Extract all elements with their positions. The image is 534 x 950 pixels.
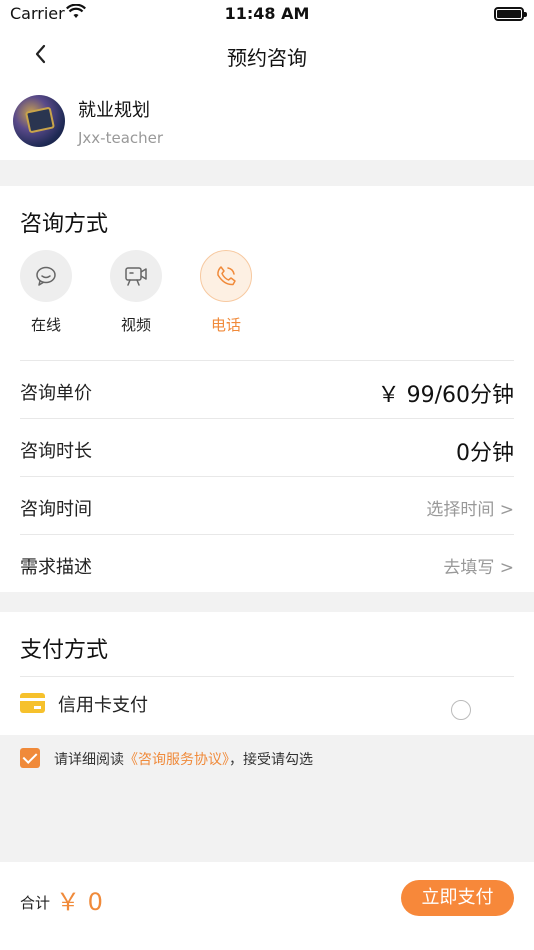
row-unit-price-label: 咨询单价 (20, 383, 92, 404)
consultant-name: 就业规划 (78, 100, 150, 121)
agreement-link[interactable]: 《咨询服务协议》 (124, 752, 229, 768)
pay-now-button[interactable]: 立即支付 (401, 880, 514, 916)
agreement-suffix: ，接受请勾选 (229, 752, 313, 768)
fill-in-link[interactable]: 去填写 > (443, 553, 514, 578)
method-phone-button[interactable]: 电话 (200, 250, 252, 335)
method-online-button[interactable]: 在线 (20, 250, 72, 335)
row-duration-label: 咨询时长 (20, 441, 92, 462)
agreement-prefix: 请详细阅读 (54, 752, 124, 768)
row-consult-time[interactable]: 咨询时间 选择时间 > (20, 476, 514, 534)
row-requirement-label: 需求描述 (20, 557, 92, 578)
avatar (13, 95, 65, 147)
consultant-profile: 就业规划 Jxx-teacher (0, 80, 534, 160)
method-online-label: 在线 (30, 316, 61, 334)
payment-radio[interactable] (451, 700, 471, 720)
total-label: 合计 (20, 894, 51, 912)
method-video-button[interactable]: 视频 (110, 250, 162, 335)
row-unit-price-value: ￥ 99/60分钟 (377, 383, 514, 408)
agreement-checkbox[interactable] (20, 748, 40, 768)
payment-option-label: 信用卡支付 (58, 695, 148, 716)
video-camera-icon (110, 250, 162, 302)
total-value: ￥ 0 (56, 888, 103, 916)
bottom-bar: 合计 ￥ 0 立即支付 (0, 862, 534, 950)
battery-icon (494, 7, 527, 21)
page-title: 预约咨询 (227, 46, 307, 70)
consult-card: 咨询方式 在线 视频 电话 咨询单价 ￥ 99/60分钟 咨询时长 0分钟 咨询… (0, 186, 534, 592)
select-time-link[interactable]: 选择时间 > (426, 495, 514, 520)
agreement-text: 请详细阅读《咨询服务协议》，接受请勾选 (54, 749, 313, 769)
row-unit-price: 咨询单价 ￥ 99/60分钟 (20, 360, 514, 418)
row-requirement[interactable]: 需求描述 去填写 > (20, 534, 514, 592)
section-title-payment: 支付方式 (20, 638, 109, 663)
credit-card-icon (20, 693, 45, 713)
payment-card: 支付方式 信用卡支付 (0, 612, 534, 735)
section-title-consult-method: 咨询方式 (20, 212, 109, 237)
payment-option-credit-card[interactable]: 信用卡支付 (20, 676, 514, 734)
clock: 11:48 AM (224, 4, 310, 23)
phone-icon (200, 250, 252, 302)
consultant-id: Jxx-teacher (78, 129, 164, 147)
row-duration-value: 0分钟 (456, 441, 514, 466)
row-consult-time-label: 咨询时间 (20, 499, 92, 520)
method-phone-label: 电话 (210, 316, 241, 334)
status-bar: Carrier 11:48 AM (0, 0, 534, 30)
row-duration: 咨询时长 0分钟 (20, 418, 514, 476)
navigation-bar: 预约咨询 (0, 30, 534, 80)
method-video-label: 视频 (120, 316, 151, 334)
chat-bubble-icon (20, 250, 72, 302)
